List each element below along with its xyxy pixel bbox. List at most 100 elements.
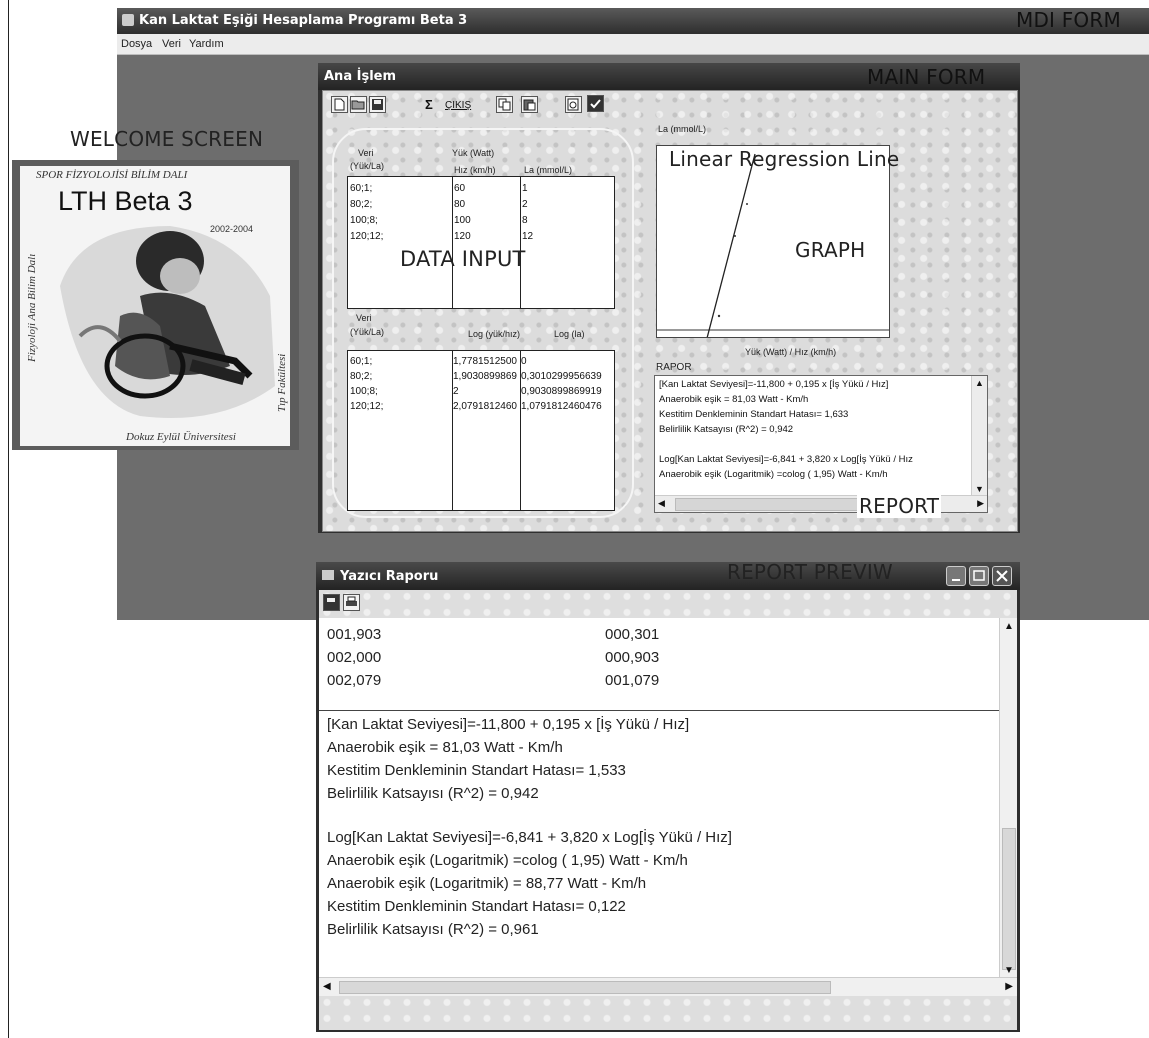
callout-welcome-screen: WELCOME SCREEN (70, 127, 264, 151)
welcome-left-vertical: Fizyoloji Ana Bilim Dalı (26, 253, 38, 362)
report-preview-title: Yazıcı Raporu (340, 569, 439, 584)
report-line: Log[Kan Laktat Seviyesi]=-6,841 + 3,820 … (659, 454, 913, 465)
log-la-header: Log (la) (554, 329, 585, 339)
maximize-button[interactable] (969, 566, 989, 586)
copy-button[interactable] (496, 96, 513, 113)
log-yukla-header: (Yük/La) (350, 327, 385, 337)
input-la-header: La (mmol/L) (524, 165, 573, 175)
callout-data-input: DATA INPUT (400, 247, 526, 271)
scrollbar-thumb[interactable] (1002, 828, 1016, 970)
print-preview-button[interactable] (565, 96, 582, 113)
report-preview-document[interactable]: 001,903 000,301 002,000 000,903 002,079 … (319, 618, 1017, 996)
callout-report: REPORT (857, 494, 942, 518)
log-row1-la: 0 (521, 356, 527, 367)
scroll-down-icon[interactable]: ▼ (975, 484, 984, 494)
preview-value-a: 002,000 (327, 649, 382, 666)
new-file-button[interactable] (331, 96, 348, 113)
input-row4-la: 12 (522, 231, 534, 242)
floppy-disk-icon (372, 99, 383, 110)
log-yukhiz-header: Log (yük/hız) (468, 329, 521, 339)
sum-icon[interactable]: Σ (425, 97, 433, 112)
scrollbar-thumb[interactable] (339, 981, 831, 994)
preview-value-b: 000,301 (605, 626, 660, 643)
input-row2-yuk: 80 (454, 199, 466, 210)
log-row2-yuk: 1,9030899869 (453, 371, 517, 382)
input-row3-veri[interactable]: 100;8; (350, 214, 378, 227)
preview-report-line: Anaerobik eşik (Logaritmik) = 88,77 Watt… (327, 875, 647, 892)
scroll-up-icon[interactable]: ▲ (975, 378, 984, 388)
paste-button[interactable] (521, 96, 538, 113)
open-file-button[interactable] (350, 96, 367, 113)
report-preview-title-bar[interactable]: Yazıcı Raporu (316, 562, 1020, 590)
callout-graph: GRAPH (795, 238, 866, 262)
rapor-label: RAPOR (656, 362, 692, 373)
close-button[interactable] (992, 566, 1012, 586)
mdi-title-text: Kan Laktat Eşiği Hesaplama Programı Beta… (139, 13, 468, 28)
welcome-right-vertical: Tıp Fakültesi (276, 353, 288, 412)
input-row3-yuk: 100 (454, 215, 471, 226)
menu-veri[interactable]: Veri (162, 38, 181, 50)
callout-report-preview: REPORT PREVIW (727, 560, 893, 584)
scroll-left-icon[interactable]: ◀ (658, 498, 665, 509)
preview-vertical-scrollbar[interactable]: ▲ ▼ (999, 618, 1017, 978)
close-icon (996, 570, 1008, 582)
data-point (734, 235, 736, 237)
preview-report-line: Belirlilik Katsayısı (R^2) = 0,942 (327, 785, 539, 802)
preview-horizontal-scrollbar[interactable]: ◀ ▶ (319, 977, 1017, 996)
preview-value-b: 000,903 (605, 649, 660, 666)
minimize-icon (952, 579, 960, 581)
paste-icon (523, 99, 536, 111)
preview-report-line: Kestitim Denkleminin Standart Hatası= 0,… (327, 898, 626, 915)
input-hiz-header: Hız (km/h) (454, 165, 496, 175)
exit-button[interactable]: ÇIKIŞ (445, 100, 471, 111)
menu-dosya[interactable]: Dosya (121, 38, 152, 50)
preview-save-button[interactable] (323, 594, 340, 611)
preview-value-a: 001,903 (327, 626, 382, 643)
report-vertical-scrollbar[interactable]: ▲ ▼ (971, 376, 987, 496)
data-input-grid[interactable] (347, 176, 615, 309)
input-row2-veri[interactable]: 80;2; (350, 198, 372, 211)
regression-line (705, 153, 756, 343)
input-row1-veri[interactable]: 60;1; (350, 182, 372, 195)
scrollbar-thumb[interactable] (675, 498, 877, 511)
scroll-left-icon[interactable]: ◀ (323, 981, 331, 992)
report-textbox[interactable]: [Kan Laktat Seviyesi]=-11,800 + 0,195 x … (654, 375, 988, 513)
preview-report-line: Belirlilik Katsayısı (R^2) = 0,961 (327, 921, 539, 938)
log-row4-veri: 120;12; (350, 401, 384, 412)
log-veri-header: Veri (356, 313, 372, 323)
save-button[interactable] (369, 96, 386, 113)
log-row3-la: 0,9030899869919 (521, 386, 602, 397)
new-file-icon (334, 98, 345, 111)
graph-x-label: Yük (Watt) / Hız (km/h) (745, 347, 837, 357)
preview-value-a: 002,079 (327, 672, 382, 689)
help-button[interactable] (587, 95, 604, 112)
input-yuk-header: Yük (Watt) (452, 148, 495, 158)
graph-y-label: La (mmol/L) (658, 124, 707, 134)
preview-window-icon (322, 570, 334, 580)
magnifier-icon (567, 98, 579, 111)
scroll-right-icon[interactable]: ▶ (1005, 981, 1013, 992)
log-row3-yuk: 2 (453, 386, 459, 397)
copy-icon (498, 98, 511, 111)
preview-print-button[interactable] (343, 594, 360, 611)
input-row4-veri[interactable]: 120;12; (350, 230, 383, 243)
scroll-down-icon[interactable]: ▼ (1004, 965, 1014, 976)
mdi-title-bar[interactable]: Kan Laktat Eşiği Hesaplama Programı Beta… (117, 8, 1149, 34)
input-row3-la: 8 (522, 215, 528, 226)
minimize-button[interactable] (946, 566, 966, 586)
preview-report-line: [Kan Laktat Seviyesi]=-11,800 + 0,195 x … (327, 716, 690, 733)
log-row2-la: 0,3010299956639 (521, 371, 602, 382)
input-row2-la: 2 (522, 199, 528, 210)
welcome-university: Dokuz Eylül Üniversitesi (126, 431, 236, 443)
welcome-screen-panel: SPOR FİZYOLOJİSİ BİLİM DALI LTH Beta 3 2… (20, 166, 290, 446)
report-line: Anaerobik eşik = 81,03 Watt - Km/h (659, 394, 809, 405)
scroll-up-icon[interactable]: ▲ (1004, 621, 1014, 632)
report-preview-footer (319, 996, 1017, 1030)
log-row4-la: 1,0791812460476 (521, 401, 602, 412)
scroll-right-icon[interactable]: ▶ (977, 498, 984, 509)
callout-mdi-form: MDI FORM (1016, 8, 1121, 32)
input-row4-yuk: 120 (454, 231, 471, 242)
floppy-disk-icon (327, 598, 335, 602)
printer-icon (346, 596, 357, 606)
menu-yardim[interactable]: Yardım (189, 38, 224, 50)
